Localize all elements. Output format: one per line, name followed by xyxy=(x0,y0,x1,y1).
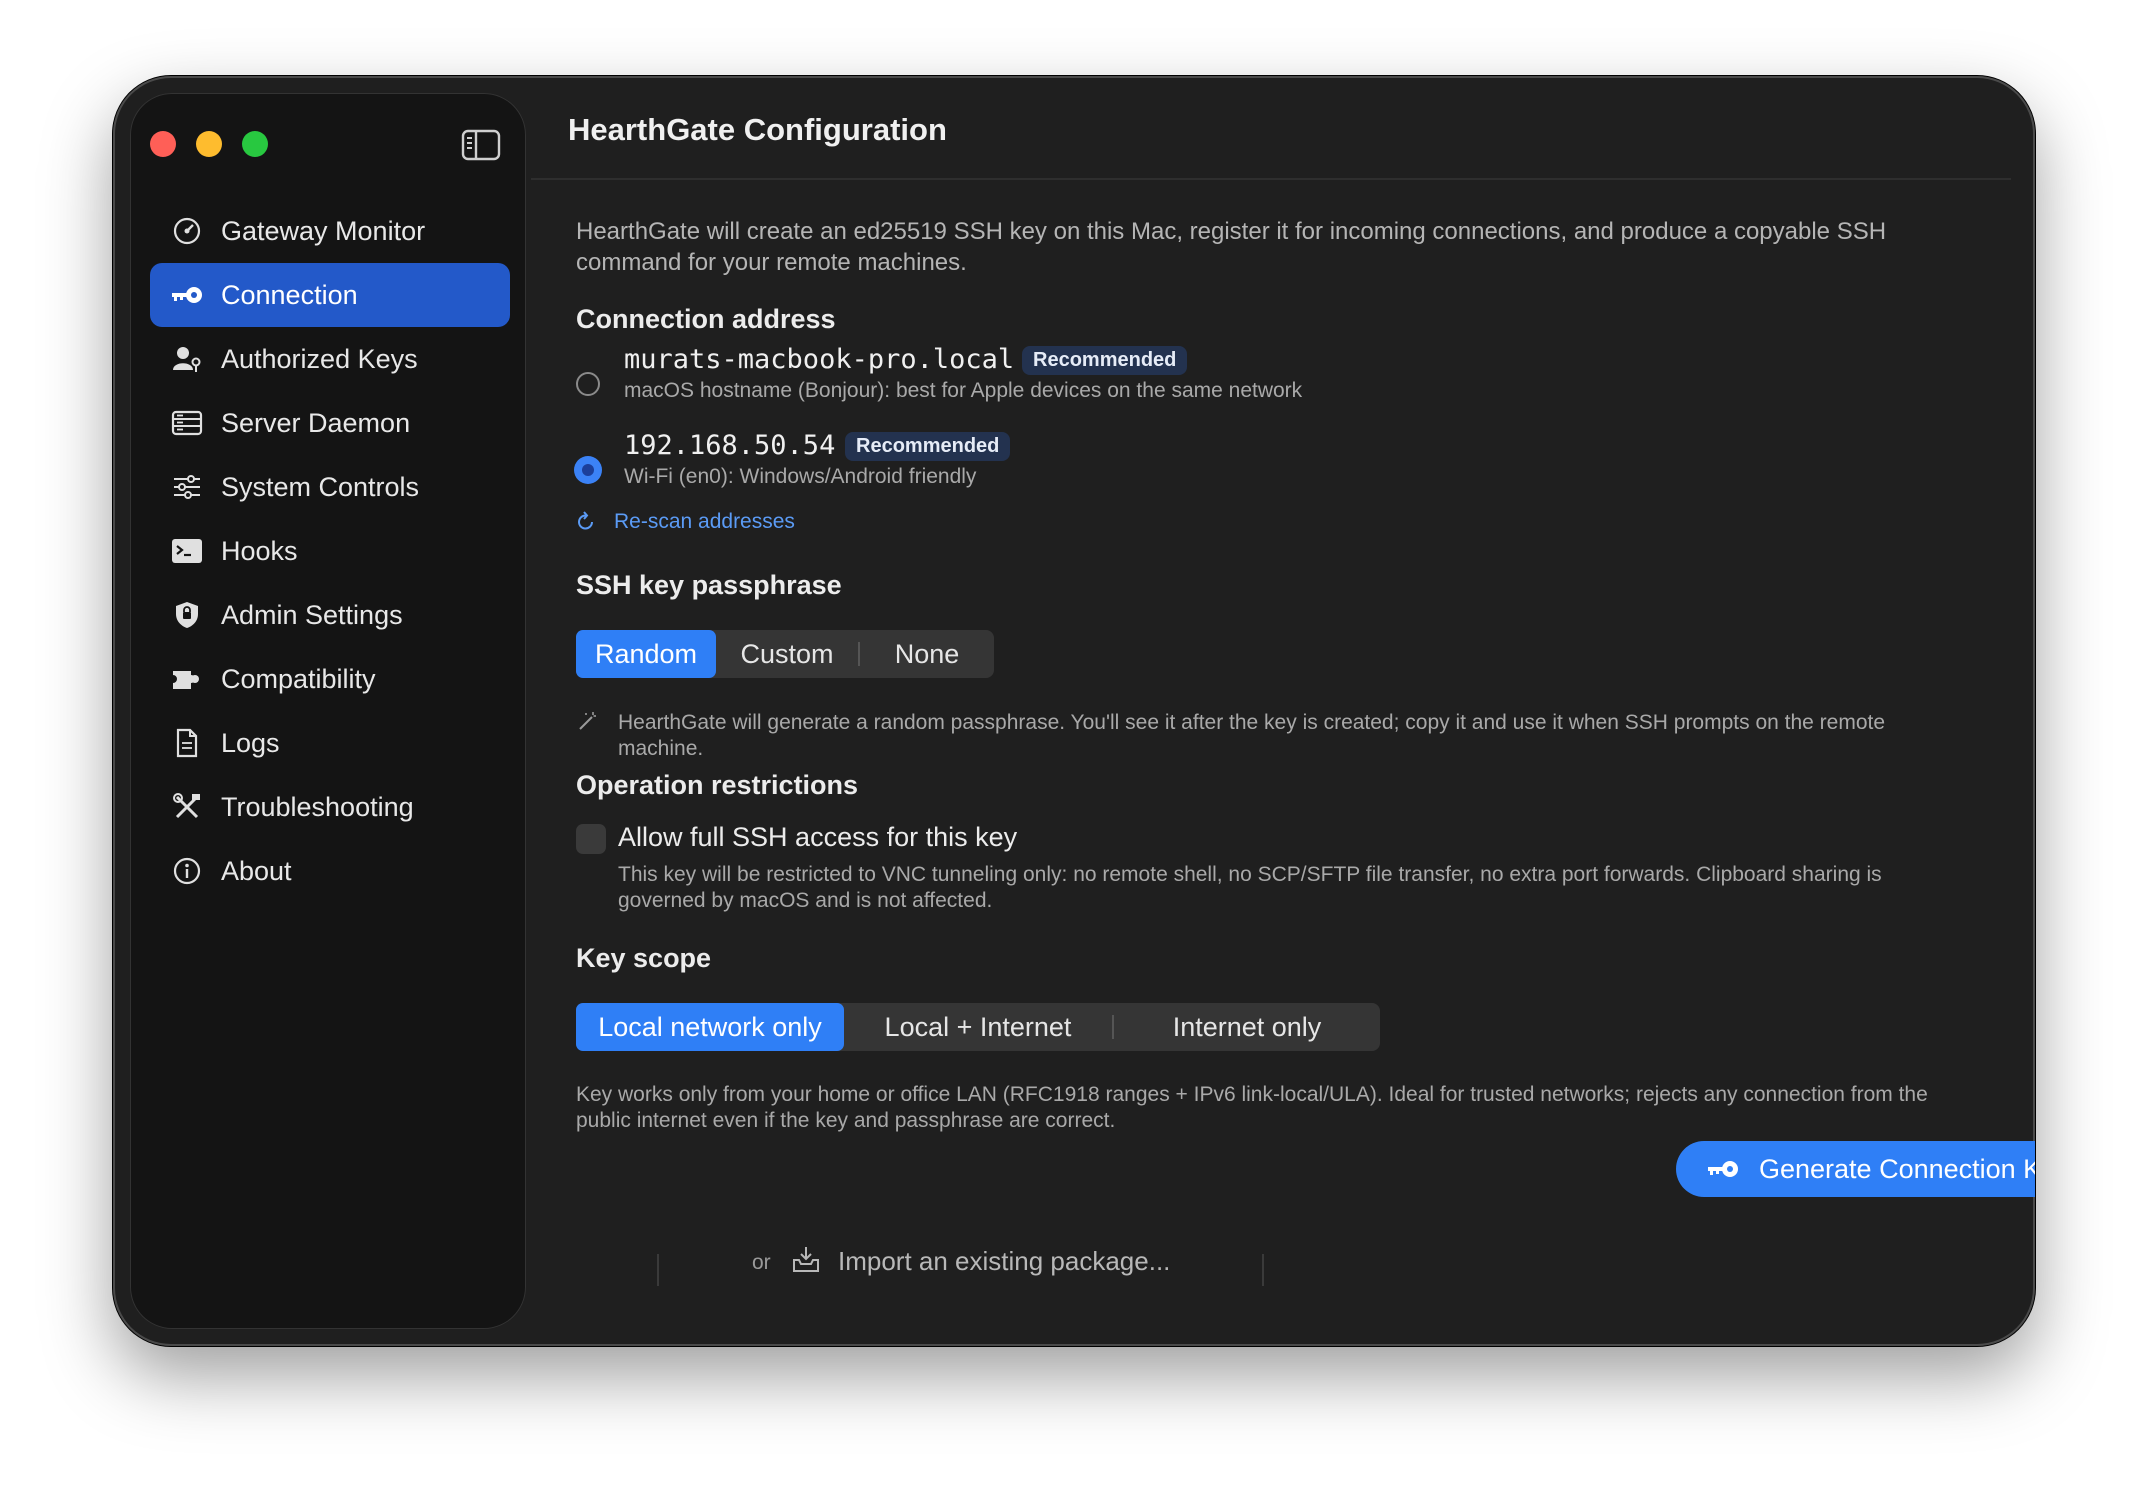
info-icon xyxy=(170,855,204,887)
separator-line xyxy=(657,1254,659,1286)
key-icon xyxy=(1706,1155,1740,1190)
sidebar-item-label: Compatibility xyxy=(221,663,376,694)
shield-icon xyxy=(170,599,204,631)
terminal-icon xyxy=(170,535,204,567)
passphrase-note: HearthGate will generate a random passph… xyxy=(618,711,1886,760)
key-icon xyxy=(170,279,204,311)
passphrase-option-custom[interactable]: Custom xyxy=(716,630,858,678)
passphrase-option-none[interactable]: None xyxy=(860,630,994,678)
generate-button-label: Generate Connection Key xyxy=(1759,1153,2035,1184)
puzzle-icon xyxy=(170,663,204,695)
sidebar-item-hooks[interactable]: Hooks xyxy=(150,519,510,583)
zoom-window-button[interactable] xyxy=(242,131,268,157)
key-scope-option-internet[interactable]: Internet only xyxy=(1114,1003,1380,1051)
sidebar-toggle-icon[interactable] xyxy=(461,129,501,161)
sidebar-item-label: System Controls xyxy=(221,471,420,502)
app-window: Gateway Monitor Connection Authorized Ke… xyxy=(113,76,2035,1346)
sidebar-item-system-controls[interactable]: System Controls xyxy=(150,455,510,519)
connection-address-heading: Connection address xyxy=(576,304,836,334)
generate-connection-key-button[interactable]: Generate Connection Key xyxy=(1676,1141,2035,1197)
recommended-badge: Recommended xyxy=(845,432,1011,461)
tools-icon xyxy=(170,791,204,823)
refresh-icon[interactable] xyxy=(576,511,596,533)
tray-download-icon[interactable] xyxy=(791,1244,821,1274)
key-scope-option-local[interactable]: Local network only xyxy=(576,1003,844,1051)
rescan-addresses-link[interactable]: Re-scan addresses xyxy=(614,510,795,534)
key-scope-segmented-control: Local network only Local + Internet Inte… xyxy=(576,1003,1380,1051)
address-ip: 192.168.50.54 xyxy=(624,430,836,461)
address-radio-ip[interactable] xyxy=(576,458,600,482)
passphrase-heading: SSH key passphrase xyxy=(576,570,842,600)
sidebar-item-label: Server Daemon xyxy=(221,407,411,438)
sidebar: Gateway Monitor Connection Authorized Ke… xyxy=(130,93,526,1329)
minimize-window-button[interactable] xyxy=(196,131,222,157)
key-scope-option-local-internet[interactable]: Local + Internet xyxy=(844,1003,1112,1051)
sidebar-nav: Gateway Monitor Connection Authorized Ke… xyxy=(150,199,510,903)
sidebar-item-about[interactable]: About xyxy=(150,839,510,903)
restrictions-heading: Operation restrictions xyxy=(576,770,859,800)
sidebar-item-label: Troubleshooting xyxy=(221,791,414,822)
address-hostname: murats-macbook-pro.local xyxy=(624,344,1015,375)
address-hostname-description: macOS hostname (Bonjour): best for Apple… xyxy=(624,379,1303,402)
sidebar-item-label: Hooks xyxy=(221,535,298,566)
document-icon xyxy=(170,727,204,759)
sidebar-item-label: Authorized Keys xyxy=(221,343,418,374)
intro-text: HearthGate will create an ed25519 SSH ke… xyxy=(576,218,1887,276)
close-window-button[interactable] xyxy=(150,131,176,157)
full-ssh-access-label[interactable]: Allow full SSH access for this key xyxy=(618,822,1017,853)
separator-line xyxy=(1262,1254,1264,1286)
title-divider xyxy=(531,178,2011,180)
address-radio-hostname[interactable] xyxy=(576,372,600,396)
magic-wand-icon xyxy=(579,712,596,730)
sidebar-item-logs[interactable]: Logs xyxy=(150,711,510,775)
address-ip-description: Wi-Fi (en0): Windows/Android friendly xyxy=(624,465,977,488)
import-or-text: or xyxy=(752,1251,771,1274)
import-package-link[interactable]: Import an existing package... xyxy=(838,1246,1170,1277)
person-key-icon xyxy=(170,343,204,375)
sidebar-item-troubleshooting[interactable]: Troubleshooting xyxy=(150,775,510,839)
passphrase-segmented-control: Random Custom None xyxy=(576,630,994,678)
server-icon xyxy=(170,407,204,439)
page-title: HearthGate Configuration xyxy=(568,112,947,147)
sidebar-item-label: Admin Settings xyxy=(221,599,403,630)
sidebar-item-label: Connection xyxy=(221,279,358,310)
key-scope-note: Key works only from your home or office … xyxy=(576,1083,1928,1132)
full-ssh-access-checkbox[interactable] xyxy=(576,824,606,854)
passphrase-option-random[interactable]: Random xyxy=(576,630,716,678)
sidebar-item-label: Gateway Monitor xyxy=(221,215,426,246)
sidebar-item-authorized-keys[interactable]: Authorized Keys xyxy=(150,327,510,391)
sidebar-item-label: About xyxy=(221,855,292,886)
sliders-icon xyxy=(170,471,204,503)
sidebar-item-label: Logs xyxy=(221,727,280,758)
sidebar-item-admin-settings[interactable]: Admin Settings xyxy=(150,583,510,647)
sidebar-item-gateway-monitor[interactable]: Gateway Monitor xyxy=(150,199,510,263)
key-scope-heading: Key scope xyxy=(576,943,712,973)
sidebar-item-connection[interactable]: Connection xyxy=(150,263,510,327)
sidebar-item-server-daemon[interactable]: Server Daemon xyxy=(150,391,510,455)
restrictions-note: This key will be restricted to VNC tunne… xyxy=(618,863,1882,912)
sidebar-item-compatibility[interactable]: Compatibility xyxy=(150,647,510,711)
recommended-badge: Recommended xyxy=(1022,346,1188,375)
gauge-icon xyxy=(170,215,204,247)
